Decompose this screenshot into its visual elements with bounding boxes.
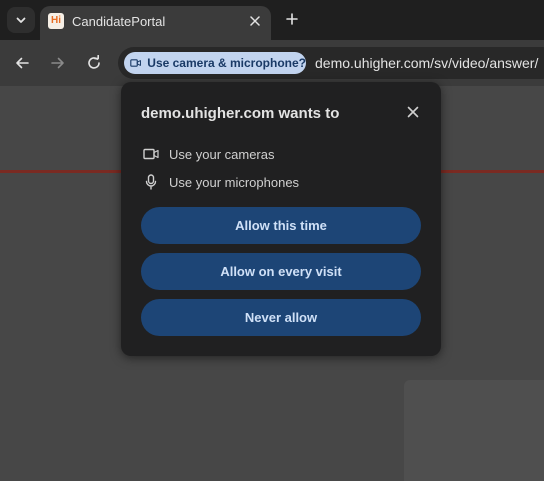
chevron-down-icon [16, 17, 26, 23]
tab-candidate-portal[interactable]: Hi CandidatePortal [40, 6, 271, 40]
dialog-close-button[interactable] [405, 104, 421, 120]
browser-toolbar: Use camera & microphone? demo.uhigher.co… [0, 40, 544, 86]
reload-icon [88, 55, 100, 69]
close-icon [407, 106, 419, 118]
permission-chip[interactable]: Use camera & microphone? [124, 52, 306, 74]
permission-microphone-label: Use your microphones [169, 174, 300, 190]
new-tab-button[interactable] [283, 10, 301, 28]
plus-icon [286, 13, 298, 25]
page-panel [404, 380, 544, 481]
tab-search-button[interactable] [7, 7, 35, 33]
allow-this-time-button[interactable]: Allow this time [141, 207, 421, 244]
forward-button[interactable] [49, 54, 67, 72]
back-arrow-icon [16, 57, 29, 69]
video-camera-icon [130, 59, 141, 67]
permission-camera-row: Use your cameras [143, 145, 274, 163]
dialog-title: demo.uhigher.com wants to [141, 105, 340, 122]
permission-dialog: demo.uhigher.com wants to Use your camer… [121, 82, 441, 356]
permission-microphone-row: Use your microphones [143, 173, 299, 191]
forward-arrow-icon [51, 57, 64, 69]
address-bar[interactable]: Use camera & microphone? demo.uhigher.co… [118, 47, 544, 79]
tab-strip: Hi CandidatePortal [0, 0, 544, 40]
never-allow-button[interactable]: Never allow [141, 299, 421, 336]
tab-close-button[interactable] [247, 13, 263, 29]
allow-every-visit-button[interactable]: Allow on every visit [141, 253, 421, 290]
camera-icon [143, 146, 159, 162]
permission-camera-label: Use your cameras [169, 146, 275, 162]
url-text: demo.uhigher.com/sv/video/answer/ [315, 55, 539, 71]
back-button[interactable] [13, 54, 31, 72]
close-icon [250, 16, 260, 26]
reload-button[interactable] [85, 54, 103, 72]
site-favicon: Hi [48, 13, 64, 29]
tab-title: CandidatePortal [72, 14, 166, 29]
permission-chip-label: Use camera & microphone? [147, 56, 306, 70]
microphone-icon [143, 174, 159, 190]
